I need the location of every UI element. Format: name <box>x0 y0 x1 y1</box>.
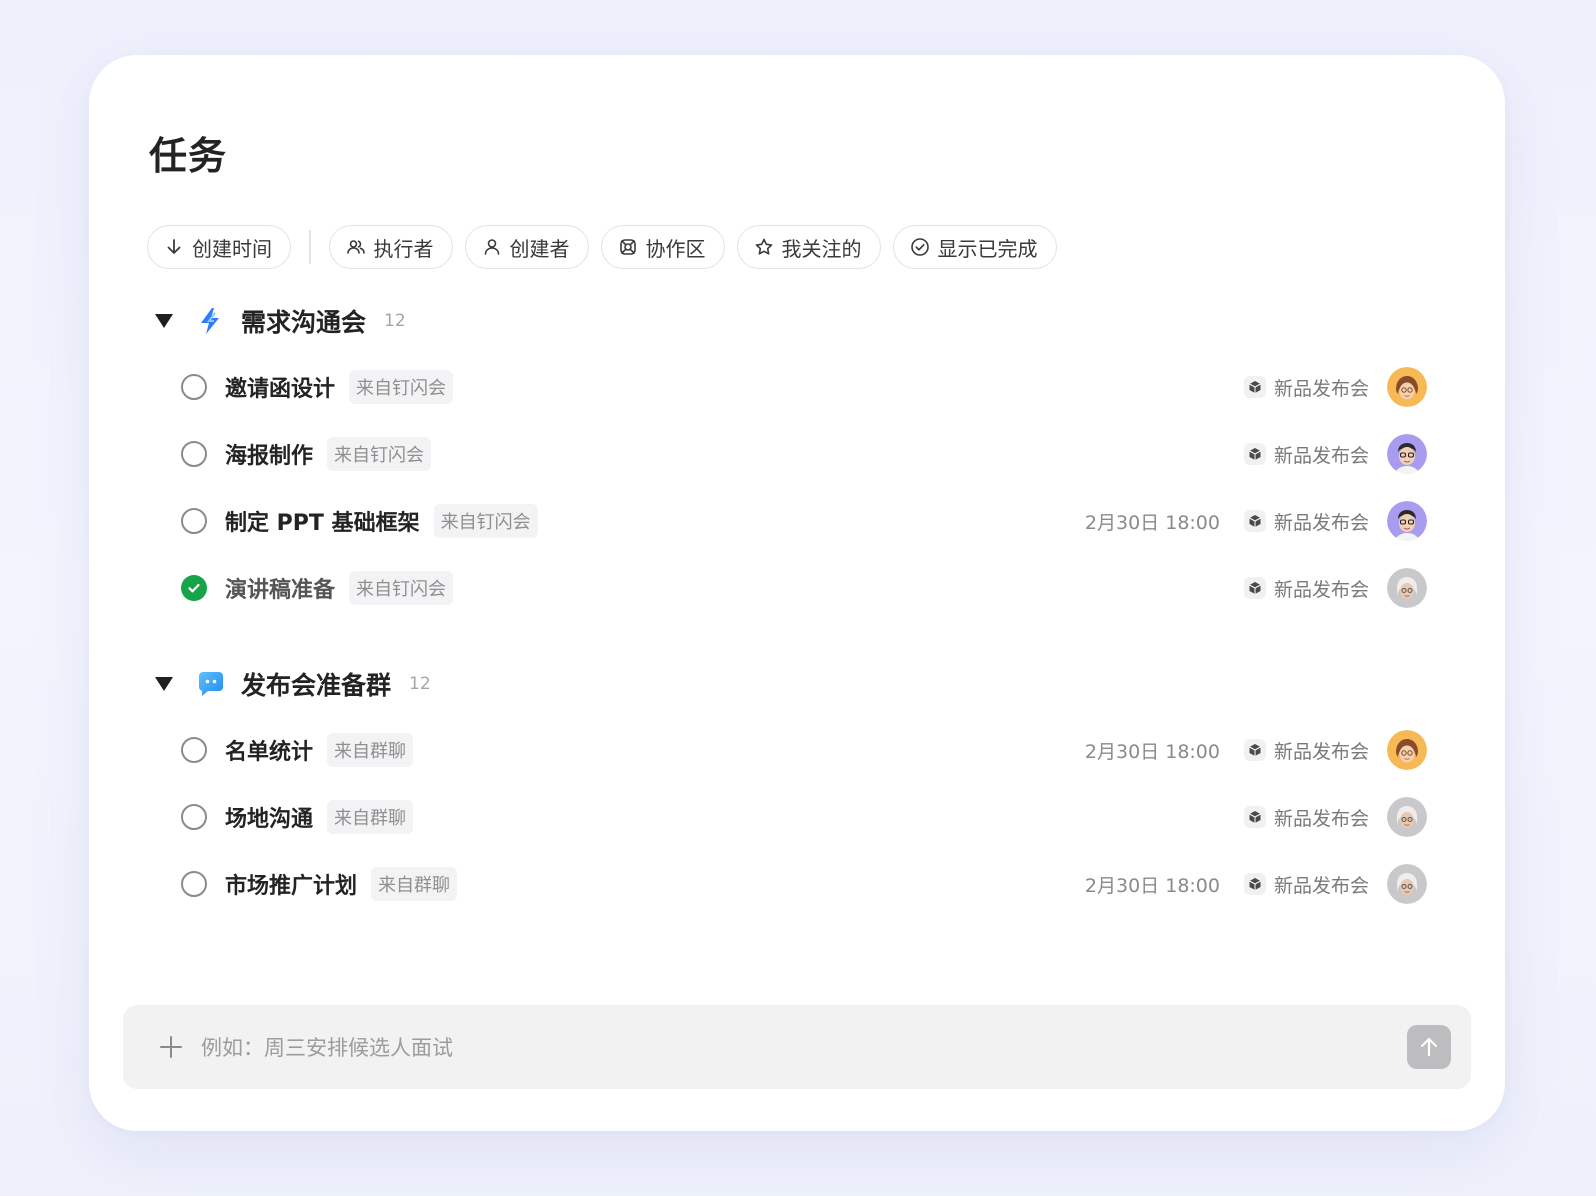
assignee-avatar[interactable] <box>1387 864 1427 904</box>
project-label[interactable]: 新品发布会 <box>1243 804 1369 831</box>
sort-chip-label: 创建时间 <box>192 236 272 261</box>
group-header-requirements-meeting[interactable]: 需求沟通会 12 <box>155 303 406 339</box>
project-name: 新品发布会 <box>1273 740 1369 763</box>
group-header-launch-prep-group[interactable]: 发布会准备群 12 <box>155 666 431 702</box>
task-row[interactable]: 名单统计 来自群聊 2月30日 18:00 新品发布会 <box>181 726 1427 774</box>
page-title: 任务 <box>149 134 228 178</box>
task-checkbox[interactable] <box>181 374 207 400</box>
workspace-icon <box>619 239 636 255</box>
task-row[interactable]: 市场推广计划 来自群聊 2月30日 18:00 新品发布会 <box>181 860 1427 908</box>
project-label[interactable]: 新品发布会 <box>1243 374 1369 401</box>
task-name: 邀请函设计 <box>225 377 336 402</box>
group-title: 发布会准备群 <box>241 671 392 700</box>
cube-icon <box>1243 443 1266 465</box>
cube-icon <box>1243 510 1266 532</box>
plus-icon[interactable] <box>159 1035 183 1059</box>
new-task-input[interactable]: 例如：周三安排候选人面试 <box>201 1032 1407 1062</box>
task-name: 海报制作 <box>225 444 314 469</box>
group-count: 12 <box>384 311 406 331</box>
project-name: 新品发布会 <box>1273 444 1369 467</box>
filter-chip-label: 我关注的 <box>781 236 862 261</box>
assignee-avatar[interactable] <box>1387 367 1427 407</box>
task-name: 演讲稿准备 <box>225 578 336 603</box>
chat-bubble-icon <box>195 668 227 700</box>
task-name: 制定 PPT 基础框架 <box>225 511 420 536</box>
task-name: 市场推广计划 <box>225 874 358 899</box>
source-tag: 来自钉闪会 <box>327 437 432 471</box>
source-tag: 来自钉闪会 <box>349 370 454 404</box>
filter-chip-label: 创建者 <box>509 236 570 261</box>
lightning-icon <box>195 305 227 337</box>
cube-icon <box>1243 806 1266 828</box>
assignee-avatar[interactable] <box>1387 568 1427 608</box>
filter-workspace-chip[interactable]: 协作区 <box>600 225 725 269</box>
assignee-avatar[interactable] <box>1387 501 1427 541</box>
project-name: 新品发布会 <box>1273 511 1369 534</box>
collapse-triangle-icon[interactable] <box>155 314 173 328</box>
filter-creator-chip[interactable]: 创建者 <box>464 225 589 269</box>
task-checkbox[interactable] <box>181 737 207 763</box>
source-tag: 来自钉闪会 <box>349 571 454 605</box>
tasks-panel: 任务 创建时间 执行者 创建者 协作区 我关注的 显示已完成 需求沟通会 12 … <box>89 55 1505 1131</box>
cube-icon <box>1243 739 1266 761</box>
filter-divider <box>309 230 311 264</box>
project-name: 新品发布会 <box>1273 578 1369 601</box>
task-checkbox[interactable] <box>181 804 207 830</box>
due-date: 2月30日 18:00 <box>1084 740 1220 763</box>
task-checkbox-checked[interactable] <box>181 575 207 601</box>
project-name: 新品发布会 <box>1273 807 1369 830</box>
check-circle-icon <box>910 238 929 256</box>
task-row[interactable]: 制定 PPT 基础框架 来自钉闪会 2月30日 18:00 新品发布会 <box>181 497 1427 545</box>
task-name: 名单统计 <box>225 740 314 765</box>
arrow-down-icon <box>167 239 181 254</box>
project-label[interactable]: 新品发布会 <box>1243 871 1369 898</box>
collapse-triangle-icon[interactable] <box>155 677 173 691</box>
filter-chip-label: 执行者 <box>373 236 434 261</box>
project-label[interactable]: 新品发布会 <box>1243 737 1369 764</box>
source-tag: 来自群聊 <box>371 867 458 901</box>
group-title: 需求沟通会 <box>241 308 367 337</box>
project-label[interactable]: 新品发布会 <box>1243 441 1369 468</box>
star-icon <box>755 238 772 255</box>
task-row[interactable]: 邀请函设计 来自钉闪会 新品发布会 <box>181 363 1427 411</box>
task-row[interactable]: 场地沟通 来自群聊 新品发布会 <box>181 793 1427 841</box>
checkmark-icon <box>188 583 200 593</box>
person-icon <box>484 239 499 255</box>
project-name: 新品发布会 <box>1273 377 1369 400</box>
task-checkbox[interactable] <box>181 441 207 467</box>
filter-following-chip[interactable]: 我关注的 <box>736 225 881 269</box>
cube-icon <box>1243 577 1266 599</box>
project-label[interactable]: 新品发布会 <box>1243 575 1369 602</box>
due-date: 2月30日 18:00 <box>1084 511 1220 534</box>
people-icon <box>346 240 365 254</box>
cube-icon <box>1243 873 1266 895</box>
filter-assignee-chip[interactable]: 执行者 <box>328 225 453 269</box>
project-label[interactable]: 新品发布会 <box>1243 508 1369 535</box>
filter-chip-label: 协作区 <box>645 236 706 261</box>
task-row[interactable]: 演讲稿准备 来自钉闪会 新品发布会 <box>181 564 1427 612</box>
assignee-avatar[interactable] <box>1387 730 1427 770</box>
group-count: 12 <box>409 674 431 694</box>
assignee-avatar[interactable] <box>1387 434 1427 474</box>
new-task-input-bar[interactable]: 例如：周三安排候选人面试 <box>123 1005 1471 1089</box>
send-button[interactable] <box>1407 1025 1451 1069</box>
cube-icon <box>1243 376 1266 398</box>
filter-bar: 创建时间 执行者 创建者 协作区 我关注的 显示已完成 <box>147 225 1069 269</box>
due-date: 2月30日 18:00 <box>1084 874 1220 897</box>
task-checkbox[interactable] <box>181 871 207 897</box>
assignee-avatar[interactable] <box>1387 797 1427 837</box>
arrow-up-icon <box>1420 1037 1438 1057</box>
source-tag: 来自群聊 <box>327 800 414 834</box>
task-checkbox[interactable] <box>181 508 207 534</box>
project-name: 新品发布会 <box>1273 874 1369 897</box>
task-row[interactable]: 海报制作 来自钉闪会 新品发布会 <box>181 430 1427 478</box>
task-name: 场地沟通 <box>225 807 314 832</box>
filter-show-completed-chip[interactable]: 显示已完成 <box>892 225 1057 269</box>
source-tag: 来自群聊 <box>327 733 414 767</box>
sort-by-created-time-chip[interactable]: 创建时间 <box>147 225 291 269</box>
source-tag: 来自钉闪会 <box>433 504 538 538</box>
filter-chip-label: 显示已完成 <box>937 236 1038 261</box>
